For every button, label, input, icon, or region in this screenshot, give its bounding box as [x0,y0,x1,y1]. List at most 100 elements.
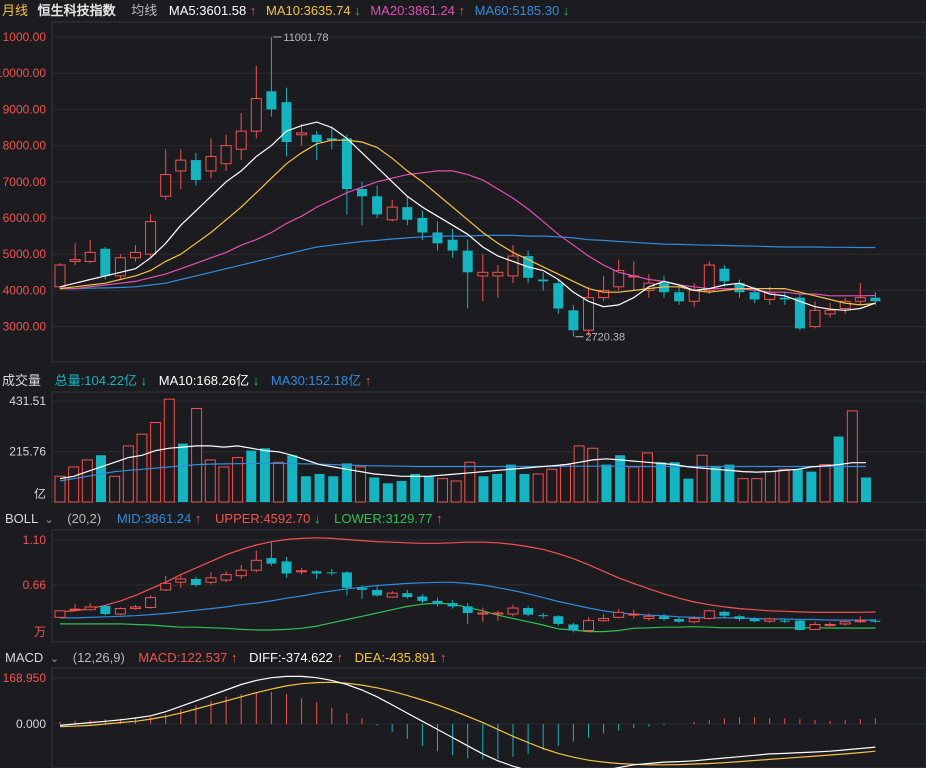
boll-params[interactable]: (20,2) [67,511,101,526]
volume-bar-up [532,473,544,503]
candle-body-up [296,132,308,136]
macd-params[interactable]: (12,26,9) [73,650,125,665]
candle-body-down [674,292,685,302]
boll-candle-body-down [417,596,428,601]
boll-candle-body-down [553,616,564,624]
main-header: 月线 恒生科技指数 均线 MA5:3601.58 ↑ MA10:3635.74 … [2,3,569,18]
boll-candle-body-down [402,593,413,598]
volume-bar-down [314,473,325,502]
volume-bar-down [683,478,694,502]
volume-bar-down [492,473,503,502]
boll-candle-body-up [643,615,655,619]
ma60-arrow: ↓ [563,3,570,18]
candle-body-up [84,251,96,262]
candle-body-down [553,283,564,309]
boll-candle-body-down [341,572,352,588]
boll-candle-body-down [100,605,111,615]
volume-bar-down [369,477,380,502]
boll-unit-label: 万 [34,625,46,639]
volume-bar-down [806,471,817,502]
volume-bar-down [792,469,803,502]
candle-body-down [870,297,881,302]
boll-candle-body-up [84,606,96,611]
ma-label[interactable]: 均线 [131,3,157,18]
volume-bar-up [163,398,175,503]
candle-body-down [100,248,111,276]
boll-lower-arrow: ↑ [436,511,443,526]
chart-stage: 1000.00 10000.00 9000.00 8000.00 7000.00 6000… [0,3,926,768]
volume-bar-up [273,461,285,503]
boll-indicator-selector[interactable]: BOLL [5,511,38,526]
volume-bar-down [177,443,188,502]
boll-candle-body-down [734,616,745,619]
candle-body-down [447,239,458,251]
boll-candle-body-up [477,612,489,615]
candle-body-up [69,259,81,262]
boll-candle-body-up [296,570,308,573]
macd-diff: DIFF:-374.622 [249,650,333,665]
volume-label: 成交量 [2,373,41,388]
boll-candle-body-up [598,617,610,622]
volume-bar-up [136,433,148,503]
period-selector[interactable]: 月线 [2,3,28,18]
boll-candle-body-down [326,572,337,574]
volume-bar-down [833,436,844,502]
volume-bar-down [259,448,270,502]
volume-bar-up [764,471,776,503]
volume-bar-down [505,464,516,502]
candle-body-down [357,189,367,197]
chevron-down-icon[interactable]: ⌄ [50,653,59,665]
volume-bar-up [641,452,653,503]
boll-candle-body-up [613,611,625,618]
volume-bar-down [246,450,257,502]
main-annotations: 11001.78 2720.38 [273,32,625,344]
boll-candle-body-down [674,619,685,622]
candle-body-down [568,310,579,331]
volume-ma30: MA30:152.18亿 [271,373,361,388]
main-y-tick-label: 5000.00 [3,247,47,261]
volume-ma10: MA10:168.26亿 [159,373,249,388]
boll-candle-body-down [749,619,760,622]
boll-y-tick-label: 0.66 [23,578,47,592]
volume-total-arrow: ↓ [141,373,148,388]
ma60-value: MA60:5185.30 [475,3,560,18]
main-y-tick-label: 8000.00 [3,139,47,153]
candle-body-up [477,271,489,277]
volume-bar-down [396,480,407,502]
macd-indicator-selector[interactable]: MACD [5,650,43,665]
boll-upper: UPPER:4592.70 [215,511,310,526]
volume-bar-up [122,445,134,503]
boll-candle-body-down [447,603,458,607]
macd-diff-arrow: ↑ [337,650,344,665]
candle-body-down [266,91,277,110]
candle-body-up [54,264,66,288]
volume-bar-down [328,476,339,502]
volume-bar-down [423,476,434,502]
boll-candle-body-down [870,620,881,622]
volume-bar-down [382,483,393,502]
boll-header: BOLL ⌄ (20,2) MID:3861.24 ↑ UPPER:4592.7… [5,511,443,526]
ma10-value: MA10:3635.74 [266,3,351,18]
boll-candle-body-down [432,600,443,605]
candle-body-up [220,145,232,165]
volume-bar-up [450,480,462,503]
volume-bar-up [68,466,80,503]
boll-candle-body-down [281,561,292,574]
volume-bar-down [601,464,612,502]
boll-candle-body-up [145,597,157,608]
chevron-down-icon[interactable]: ⌄ [44,514,53,526]
candle-body-down [402,207,413,220]
macd-value-arrow: ↑ [231,650,238,665]
boll-lower: LOWER:3129.77 [334,511,432,526]
boll-candle-body-up [69,608,81,611]
ma5-value: MA5:3601.58 [169,3,246,18]
candle-body-up [703,264,715,291]
volume-bar-down [95,455,106,502]
volume-bar-up [737,478,749,503]
boll-candle-body-up [235,569,247,577]
volume-bar-up [587,447,599,503]
candle-body-up [250,98,262,132]
main-y-tick-label: 10000.00 [0,66,46,80]
main-y-tick-label: 1000.00 [3,30,47,44]
volume-bar-up [464,461,476,503]
